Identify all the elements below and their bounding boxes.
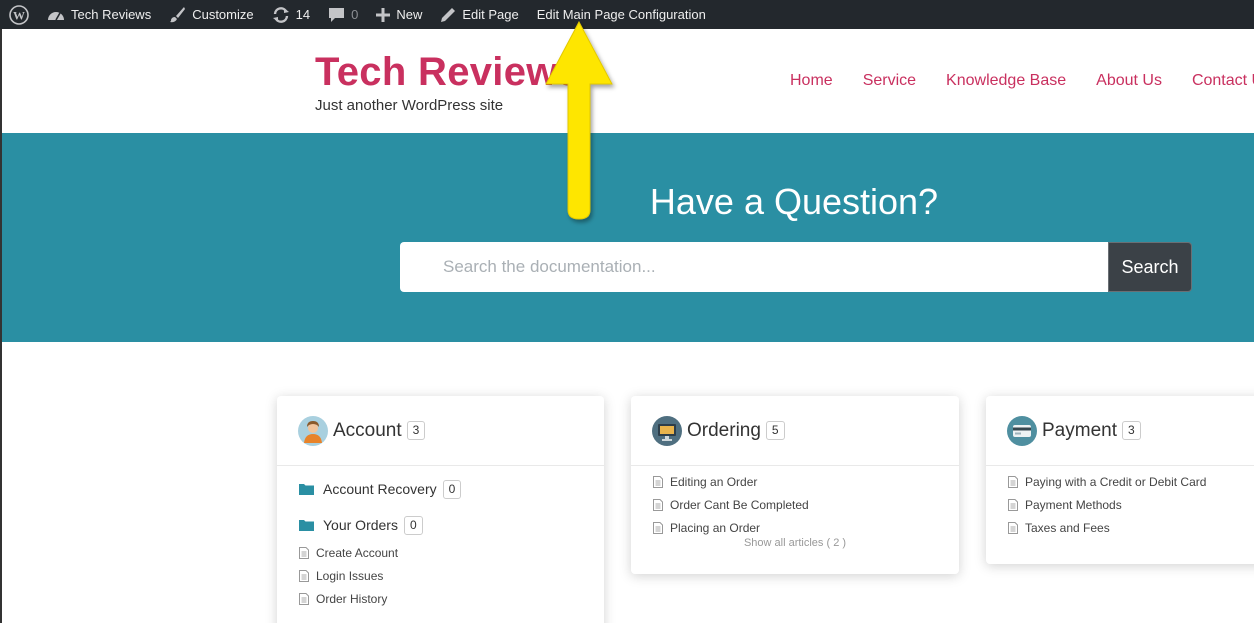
svg-text:W: W xyxy=(13,8,25,22)
comment-bubble-icon xyxy=(329,7,345,22)
customize-label: Customize xyxy=(192,7,254,22)
new-label: New xyxy=(396,7,423,22)
updates-count: 14 xyxy=(295,7,311,22)
category-count-badge: 3 xyxy=(1121,421,1141,440)
subcategory-label: Account Recovery xyxy=(323,481,437,497)
site-description: Just another WordPress site xyxy=(315,97,504,114)
main-navigation: Home Service Knowledge Base About Us Con… xyxy=(790,72,1254,90)
category-card-payment: Payment 3 Paying with a Credit or Debit … xyxy=(986,396,1254,564)
plus-icon xyxy=(376,7,391,22)
updates-icon xyxy=(272,6,289,23)
article-title: Placing an Order xyxy=(670,520,761,535)
category-title: Ordering xyxy=(687,419,761,441)
article-link[interactable]: Order Cant Be Completed xyxy=(631,493,959,516)
document-icon xyxy=(299,569,309,582)
hero-section: Have a Question? Search xyxy=(2,133,1254,342)
article-title: Order Cant Be Completed xyxy=(670,497,809,512)
updates-button[interactable]: 14 xyxy=(263,0,319,29)
document-icon xyxy=(1008,498,1018,511)
category-card-account: Account 3 Account Recovery 0 Your Orders… xyxy=(277,396,604,623)
show-all-articles-link[interactable]: Show all articles ( 2 ) xyxy=(631,537,959,549)
category-header[interactable]: Account 3 xyxy=(277,396,604,466)
admin-bar: W Tech Reviews Customize 14 0 New Edit P… xyxy=(0,0,1254,29)
edit-page-button[interactable]: Edit Page xyxy=(431,0,527,29)
nav-home[interactable]: Home xyxy=(790,72,833,90)
monitor-icon xyxy=(652,415,682,446)
search-button[interactable]: Search xyxy=(1108,242,1192,292)
site-name-menu[interactable]: Tech Reviews xyxy=(38,0,160,29)
site-title[interactable]: Tech Reviews xyxy=(315,50,580,95)
hero-title: Have a Question? xyxy=(649,181,939,222)
customize-button[interactable]: Customize xyxy=(160,0,262,29)
category-count-badge: 3 xyxy=(406,421,426,440)
document-icon xyxy=(299,592,309,605)
category-header[interactable]: Ordering 5 xyxy=(631,396,959,466)
credit-card-icon xyxy=(1007,415,1037,446)
wordpress-logo-button[interactable]: W xyxy=(0,0,38,29)
comments-button[interactable]: 0 xyxy=(319,0,367,29)
subcategory-count-badge: 0 xyxy=(403,515,423,535)
article-title: Editing an Order xyxy=(670,474,758,489)
category-title: Account xyxy=(333,419,402,441)
nav-about-us[interactable]: About Us xyxy=(1096,72,1162,90)
subcategory-account-recovery[interactable]: Account Recovery 0 xyxy=(277,477,604,501)
comments-count: 0 xyxy=(351,7,359,22)
new-content-button[interactable]: New xyxy=(367,0,431,29)
edit-main-page-configuration-button[interactable]: Edit Main Page Configuration xyxy=(528,0,715,29)
subcategory-count-badge: 0 xyxy=(442,479,462,499)
folder-icon xyxy=(299,484,314,495)
article-title: Payment Methods xyxy=(1025,497,1122,512)
subcategory-label: Your Orders xyxy=(323,517,398,533)
article-title: Taxes and Fees xyxy=(1025,520,1110,535)
article-link[interactable]: Placing an Order xyxy=(631,516,959,539)
category-card-ordering: Ordering 5 Editing an Order Order Cant B… xyxy=(631,396,959,574)
article-link[interactable]: Editing an Order xyxy=(631,470,959,493)
edit-main-config-label: Edit Main Page Configuration xyxy=(536,7,706,22)
edit-page-label: Edit Page xyxy=(462,7,519,22)
article-title: Login Issues xyxy=(316,568,384,583)
nav-knowledge-base[interactable]: Knowledge Base xyxy=(946,72,1066,90)
article-link[interactable]: Taxes and Fees xyxy=(986,516,1254,539)
paintbrush-icon xyxy=(170,7,186,23)
article-link[interactable]: Payment Methods xyxy=(986,493,1254,516)
article-link[interactable]: Login Issues xyxy=(277,564,604,587)
site-name-label: Tech Reviews xyxy=(71,7,152,22)
folder-icon xyxy=(299,520,314,531)
document-icon xyxy=(1008,475,1018,488)
document-icon xyxy=(1008,521,1018,534)
search-input[interactable] xyxy=(400,242,1108,292)
document-icon xyxy=(653,521,663,534)
user-avatar-icon xyxy=(298,415,328,446)
article-title: Create Account xyxy=(316,545,399,560)
nav-service[interactable]: Service xyxy=(863,72,916,90)
category-header[interactable]: Payment 3 xyxy=(986,396,1254,466)
article-title: Order History xyxy=(316,591,388,606)
document-icon xyxy=(653,475,663,488)
article-link[interactable]: Create Account xyxy=(277,541,604,564)
wordpress-icon: W xyxy=(9,4,29,25)
subcategory-your-orders[interactable]: Your Orders 0 xyxy=(277,513,604,537)
article-title: Paying with a Credit or Debit Card xyxy=(1025,474,1207,489)
document-icon xyxy=(299,546,309,559)
category-count-badge: 5 xyxy=(765,421,785,440)
article-link[interactable]: Order History xyxy=(277,587,604,610)
search-box xyxy=(400,242,1108,292)
nav-contact-us[interactable]: Contact U xyxy=(1192,72,1254,90)
category-title: Payment xyxy=(1042,419,1117,441)
article-link[interactable]: Paying with a Credit or Debit Card xyxy=(986,470,1254,493)
dashboard-gauge-icon xyxy=(48,11,64,20)
document-icon xyxy=(653,498,663,511)
pencil-icon xyxy=(441,7,456,22)
